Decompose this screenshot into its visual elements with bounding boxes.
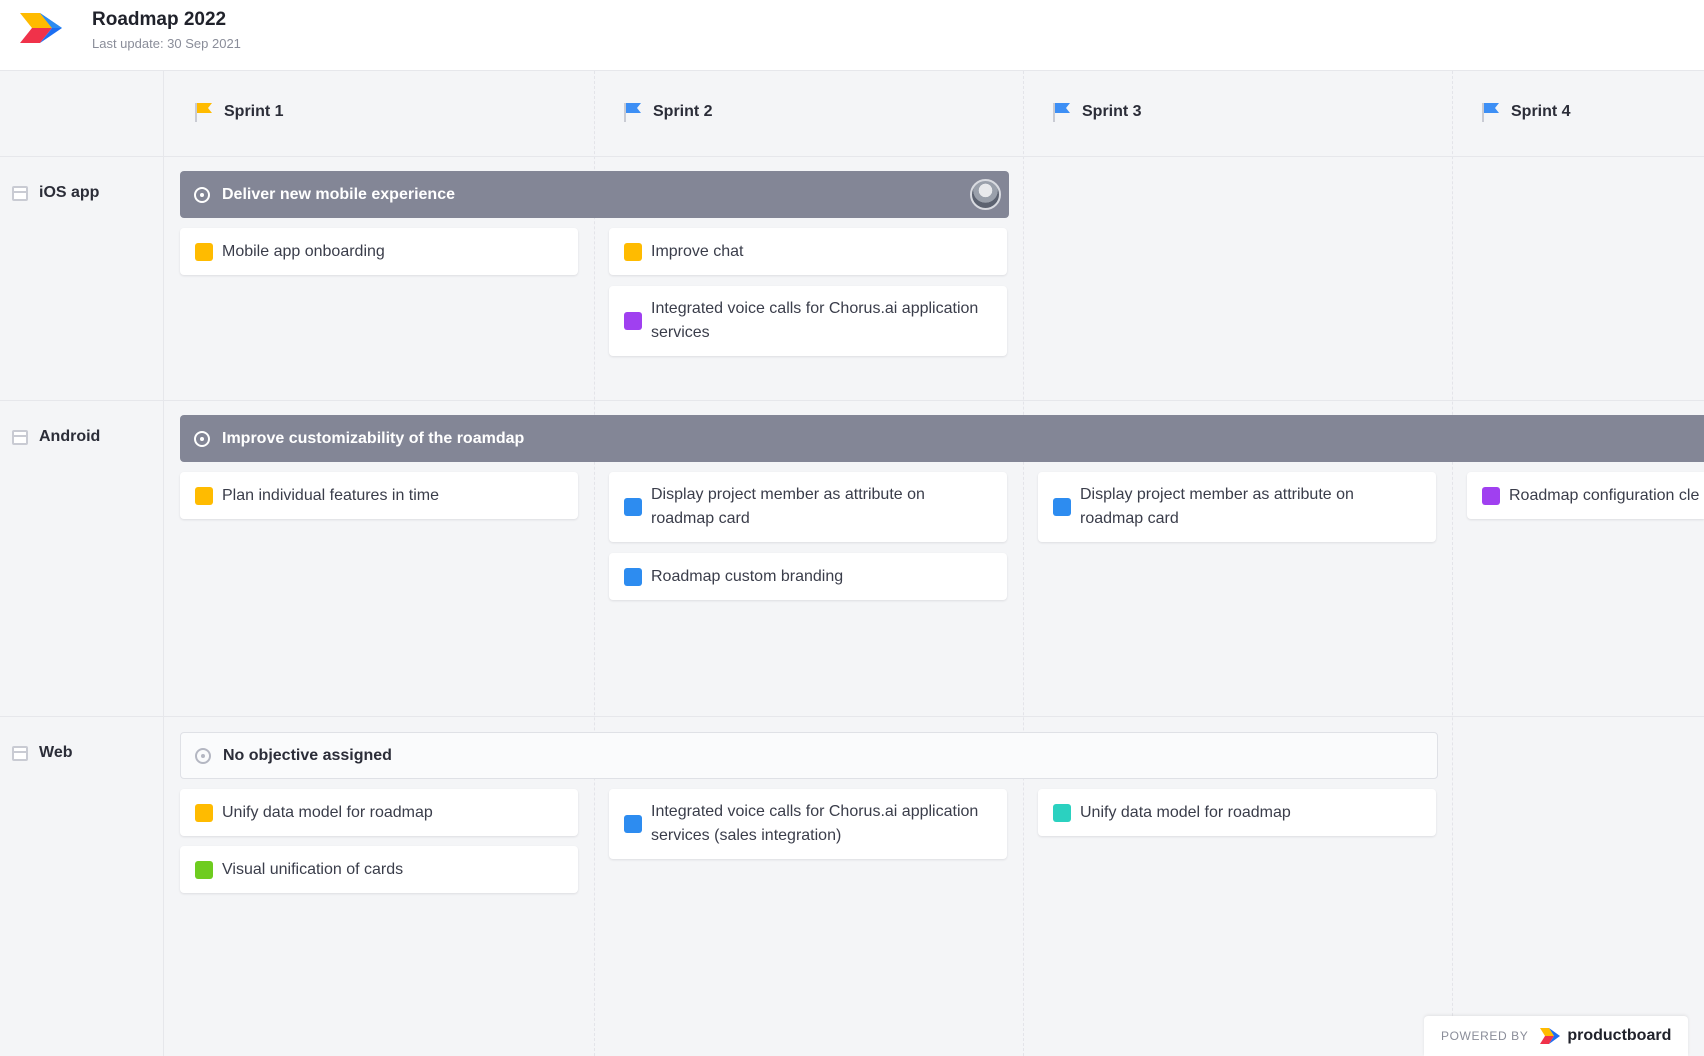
- status-color-icon: [195, 860, 213, 879]
- card-title: Display project member as attribute on r…: [651, 486, 925, 527]
- lane-label: Android: [39, 428, 101, 445]
- status-color-icon: [1482, 486, 1500, 505]
- feature-card[interactable]: Visual unification of cards: [180, 846, 578, 893]
- feature-card[interactable]: Roadmap configuration cle: [1467, 472, 1704, 519]
- status-color-icon: [1053, 498, 1071, 516]
- objective-icon: [195, 747, 211, 764]
- column-divider: [594, 71, 595, 1056]
- lane-icon: [12, 745, 28, 761]
- row-divider: [0, 716, 1704, 717]
- last-update-text: Last update: 30 Sep 2021: [92, 36, 241, 51]
- sprint-header-1[interactable]: Sprint 1: [193, 101, 284, 123]
- lane-label: Web: [39, 744, 73, 761]
- card-title: Integrated voice calls for Chorus.ai app…: [651, 803, 979, 844]
- objective-bar-web[interactable]: No objective assigned: [180, 732, 1438, 779]
- card-title: Roadmap custom branding: [651, 567, 844, 585]
- lane-label-divider: [163, 71, 164, 1056]
- lane-web[interactable]: Web: [12, 744, 72, 762]
- app-header: Roadmap 2022 Last update: 30 Sep 2021: [0, 0, 1704, 71]
- lane-label: iOS app: [39, 184, 100, 201]
- lane-android[interactable]: Android: [12, 428, 100, 446]
- status-color-icon: [624, 815, 642, 833]
- card-title: Unify data model for roadmap: [222, 803, 433, 821]
- objective-icon: [194, 186, 210, 203]
- productboard-logo-icon: [1540, 1028, 1561, 1044]
- sprint-label: Sprint 3: [1082, 103, 1142, 120]
- powered-by-label: POWERED BY: [1441, 1029, 1529, 1043]
- roadmap-board: Sprint 1 Sprint 2 Sprint 3 Sprint 4 iOS …: [0, 71, 1704, 1056]
- status-color-icon: [624, 242, 642, 261]
- feature-card[interactable]: Unify data model for roadmap: [1038, 789, 1436, 836]
- status-color-icon: [624, 498, 642, 516]
- feature-card[interactable]: Unify data model for roadmap: [180, 789, 578, 836]
- card-title: Plan individual features in time: [222, 486, 440, 504]
- feature-card[interactable]: Display project member as attribute on r…: [609, 472, 1007, 542]
- objective-title: No objective assigned: [223, 746, 392, 764]
- status-color-icon: [624, 312, 642, 330]
- feature-card[interactable]: Improve chat: [609, 228, 1007, 275]
- sprint-header-3[interactable]: Sprint 3: [1051, 101, 1142, 123]
- card-title: Display project member as attribute on r…: [1080, 486, 1354, 527]
- lane-ios-app[interactable]: iOS app: [12, 184, 99, 202]
- row-divider: [0, 400, 1704, 401]
- card-title: Integrated voice calls for Chorus.ai app…: [651, 300, 979, 341]
- card-title: Mobile app onboarding: [222, 242, 385, 260]
- lane-icon: [12, 429, 28, 445]
- sprint-label: Sprint 4: [1511, 103, 1571, 120]
- flag-icon: [1053, 103, 1070, 122]
- feature-card[interactable]: Roadmap custom branding: [609, 553, 1007, 600]
- feature-card[interactable]: Integrated voice calls for Chorus.ai app…: [609, 789, 1007, 859]
- feature-card[interactable]: Integrated voice calls for Chorus.ai app…: [609, 286, 1007, 356]
- feature-card[interactable]: Plan individual features in time: [180, 472, 578, 519]
- column-divider: [1023, 71, 1024, 1056]
- flag-icon: [624, 103, 641, 122]
- flag-icon: [1482, 103, 1499, 122]
- avatar[interactable]: [970, 179, 1001, 210]
- objective-title: Improve customizability of the roamdap: [222, 429, 525, 447]
- status-color-icon: [1053, 803, 1071, 822]
- column-divider: [1452, 71, 1453, 1056]
- card-title: Visual unification of cards: [222, 860, 404, 878]
- flag-icon: [195, 103, 212, 122]
- objective-bar-ios[interactable]: Deliver new mobile experience: [180, 171, 1009, 218]
- lane-icon: [12, 185, 28, 201]
- objective-bar-android[interactable]: Improve customizability of the roamdap: [180, 415, 1704, 462]
- productboard-brand: productboard: [1567, 1027, 1672, 1044]
- objective-icon: [194, 430, 210, 447]
- card-title: Unify data model for roadmap: [1080, 803, 1291, 821]
- powered-by-badge[interactable]: POWERED BY productboard: [1424, 1016, 1688, 1056]
- card-title: Improve chat: [651, 242, 744, 260]
- status-color-icon: [195, 242, 213, 261]
- feature-card[interactable]: Mobile app onboarding: [180, 228, 578, 275]
- card-title: Roadmap configuration cle: [1509, 486, 1700, 504]
- sprint-header-4[interactable]: Sprint 4: [1480, 101, 1571, 123]
- status-color-icon: [195, 486, 213, 505]
- page-title: Roadmap 2022: [92, 9, 227, 30]
- feature-card[interactable]: Display project member as attribute on r…: [1038, 472, 1436, 542]
- sprint-label: Sprint 1: [224, 103, 284, 120]
- status-color-icon: [624, 567, 642, 586]
- status-color-icon: [195, 803, 213, 822]
- roadmap-logo-icon: [20, 13, 62, 43]
- objective-title: Deliver new mobile experience: [222, 185, 455, 203]
- row-divider: [0, 156, 1704, 157]
- sprint-label: Sprint 2: [653, 103, 713, 120]
- sprint-header-2[interactable]: Sprint 2: [622, 101, 713, 123]
